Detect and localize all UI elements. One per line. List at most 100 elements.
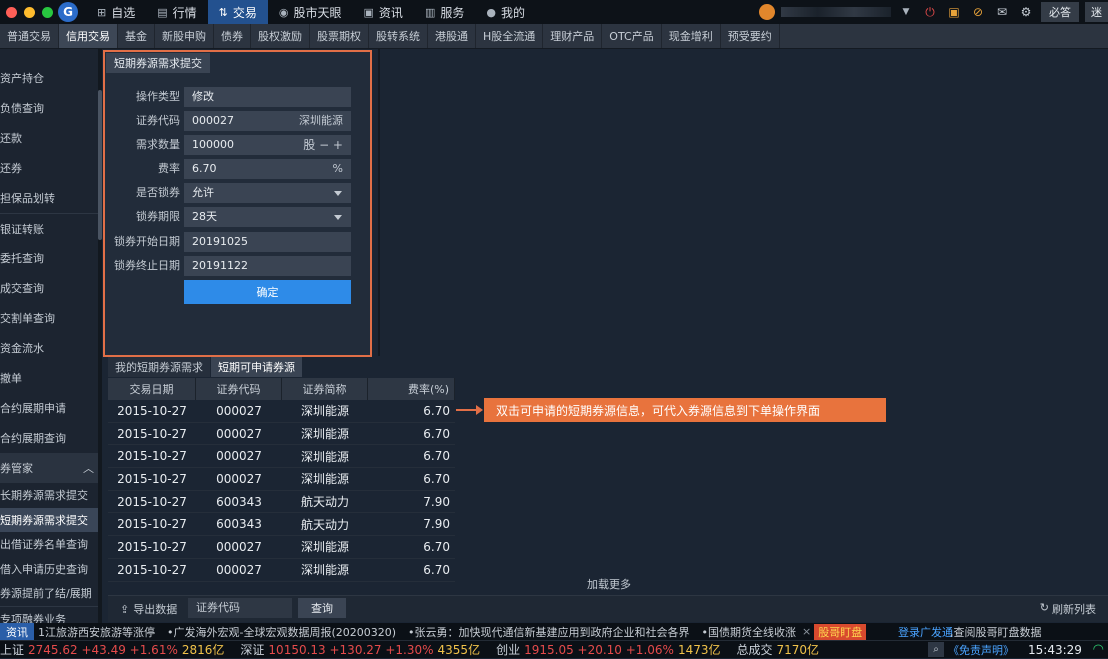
tab-normal-trade[interactable]: 普通交易	[0, 24, 59, 48]
must-answer-button[interactable]: 必答	[1041, 2, 1079, 22]
nav-sky-eye[interactable]: ◉ 股市天眼	[268, 0, 353, 24]
sidebar-item[interactable]: 成交查询	[0, 273, 100, 303]
sidebar-item[interactable]: 专项融券业务	[0, 605, 100, 623]
close-icon[interactable]: ×	[802, 625, 811, 638]
table-row[interactable]: 2015-10-27 000027 深圳能源 6.70	[108, 445, 455, 469]
tab-cash-plus[interactable]: 现金增利	[662, 24, 721, 48]
login-link[interactable]: 登录广发通	[898, 624, 953, 640]
sidebar-item[interactable]: 还款	[0, 123, 100, 153]
tab-credit-trade[interactable]: 信用交易	[59, 24, 118, 48]
table-row[interactable]: 2015-10-27 000027 深圳能源 6.70	[108, 400, 455, 423]
column-header[interactable]: 证券简称	[282, 378, 368, 400]
refresh-button[interactable]: ↻ 刷新列表	[1040, 601, 1096, 617]
chevron-down-icon[interactable]: ▼	[897, 7, 915, 17]
nav-news[interactable]: ▣ 资讯	[353, 0, 414, 24]
avatar[interactable]	[759, 4, 775, 20]
trade-date-cell: 2015-10-27	[117, 403, 187, 418]
app-logo: G	[58, 2, 78, 22]
tab-otc[interactable]: OTC产品	[602, 24, 662, 48]
ticker-item[interactable]: •张云勇：加快现代通信新基建应用到政府企业和社会各界	[408, 624, 690, 640]
export-button[interactable]: ⇪ 导出数据	[120, 601, 177, 617]
tab-ipo[interactable]: 新股申购	[155, 24, 214, 48]
tab-equity-incentive[interactable]: 股权激励	[251, 24, 310, 48]
tab-my-short-demand[interactable]: 我的短期券源需求	[108, 357, 210, 377]
tab-h-share[interactable]: H股全流通	[476, 24, 544, 48]
disclaimer-link[interactable]: 《免责声明》	[948, 641, 1014, 659]
nav-market[interactable]: ▤ 行情	[146, 0, 207, 24]
sidebar-item[interactable]: 合约展期申请	[0, 393, 100, 423]
rate-cell: 6.70	[423, 562, 450, 577]
ticker-item[interactable]: •广发海外宏观-全球宏观数据周报(20200320)	[167, 624, 396, 640]
op-type-field[interactable]: 修改	[184, 87, 351, 107]
tab-hk-connect[interactable]: 港股通	[428, 24, 476, 48]
query-button[interactable]: 查询	[298, 598, 346, 618]
sidebar-subitem[interactable]: 出借证券名单查询	[0, 532, 100, 557]
sidebar-item[interactable]: 资产持仓	[0, 63, 100, 93]
lock-term-select[interactable]: 28天	[184, 207, 351, 227]
power-icon[interactable]: ⏻	[921, 5, 939, 20]
column-header[interactable]: 证券代码	[196, 378, 282, 400]
confirm-button[interactable]: 确定	[184, 280, 351, 304]
nav-service[interactable]: ▥ 服务	[414, 0, 475, 24]
nav-trade[interactable]: ⇅ 交易	[207, 0, 268, 24]
lock-icon[interactable]: ▣	[945, 5, 963, 19]
nav-watchlist[interactable]: ⊞ 自选	[86, 0, 146, 24]
ticker-item[interactable]: •国债期货全线收涨	[702, 624, 797, 640]
lock-select[interactable]: 允许	[184, 183, 351, 203]
ticker-tag[interactable]: 资讯	[0, 623, 34, 640]
fan-button[interactable]: 迷	[1085, 2, 1108, 22]
gear-icon[interactable]: ⚙	[1017, 5, 1035, 19]
sidebar-subitem-selected[interactable]: 短期券源需求提交	[0, 507, 100, 532]
empty-panel	[380, 49, 1108, 356]
mail-icon[interactable]: ✉	[993, 5, 1011, 19]
sidebar-item[interactable]: 交割单查询	[0, 303, 100, 333]
sidebar-item[interactable]: 合约展期查询	[0, 423, 100, 453]
tab-wealth[interactable]: 理财产品	[543, 24, 603, 48]
tab-stock-options[interactable]: 股票期权	[310, 24, 369, 48]
sidebar-item[interactable]: 担保品划转	[0, 183, 100, 213]
ticker-item[interactable]: 1江旅游西安旅游等涨停	[38, 624, 155, 640]
sidebar-item[interactable]: 委托查询	[0, 243, 100, 273]
table-row[interactable]: 2015-10-27 600343 航天动力 7.90	[108, 491, 455, 514]
minimize-window-button[interactable]	[24, 6, 35, 18]
sidebar-item[interactable]: 撤单	[0, 363, 100, 393]
unit-stepper-buttons[interactable]: 股 − +	[303, 135, 343, 155]
sidebar-subitem[interactable]: 券源提前了结/展期	[0, 581, 100, 606]
lock-end-date-input[interactable]: 20191122	[184, 256, 351, 276]
quantity-stepper[interactable]: 100000 股 − +	[184, 135, 351, 155]
sidebar-item[interactable]: 资金流水	[0, 333, 100, 363]
sidebar-item[interactable]: 负债查询	[0, 93, 100, 123]
table-row[interactable]: 2015-10-27 000027 深圳能源 6.70	[108, 559, 455, 582]
tab-tender-offer[interactable]: 预受要约	[721, 24, 780, 48]
sidebar-group-label: 券管家	[0, 462, 33, 475]
stock-code-input[interactable]: 000027 深圳能源	[184, 111, 351, 131]
code-search-input[interactable]: 证券代码	[188, 598, 292, 618]
maximize-window-button[interactable]	[42, 6, 53, 18]
table-row[interactable]: 2015-10-27 000027 深圳能源 6.70	[108, 468, 455, 491]
tab-available-short-source[interactable]: 短期可申请券源	[211, 357, 302, 377]
rate-input[interactable]: 6.70%	[184, 159, 351, 179]
sidebar-scroll-thumb[interactable]	[98, 90, 102, 240]
field-label: 锁券终止日期	[114, 259, 180, 272]
stock-watch-badge[interactable]: 股哥盯盘	[814, 623, 867, 640]
table-row[interactable]: 2015-10-27 000027 深圳能源 6.70	[108, 536, 455, 559]
nav-mine[interactable]: ● 我的	[475, 0, 536, 24]
chevron-up-icon: ︿	[83, 462, 94, 475]
sidebar-item[interactable]: 还券	[0, 153, 100, 183]
search-icon[interactable]: ⌕	[928, 642, 944, 657]
table-row[interactable]: 2015-10-27 000027 深圳能源 6.70	[108, 423, 455, 446]
close-window-button[interactable]	[6, 6, 17, 18]
lock-start-date-input[interactable]: 20191025	[184, 232, 351, 252]
load-more-link[interactable]: 加载更多	[587, 576, 631, 592]
table-row[interactable]: 2015-10-27 600343 航天动力 7.90	[108, 513, 455, 537]
column-header[interactable]: 费率(%)	[368, 378, 455, 400]
tab-fund[interactable]: 基金	[118, 24, 155, 48]
sidebar-subitem[interactable]: 借入申请历史查询	[0, 557, 100, 582]
column-header[interactable]: 交易日期	[108, 378, 196, 400]
sidebar-subitem[interactable]: 长期券源需求提交	[0, 483, 100, 508]
no-disturb-icon[interactable]: ⊘	[969, 5, 987, 19]
tab-bond[interactable]: 债券	[214, 24, 251, 48]
tab-neeq[interactable]: 股转系统	[369, 24, 428, 48]
sidebar-group-toggle[interactable]: 券管家 ︿	[0, 453, 100, 483]
sidebar-item[interactable]: 银证转账	[0, 213, 100, 243]
